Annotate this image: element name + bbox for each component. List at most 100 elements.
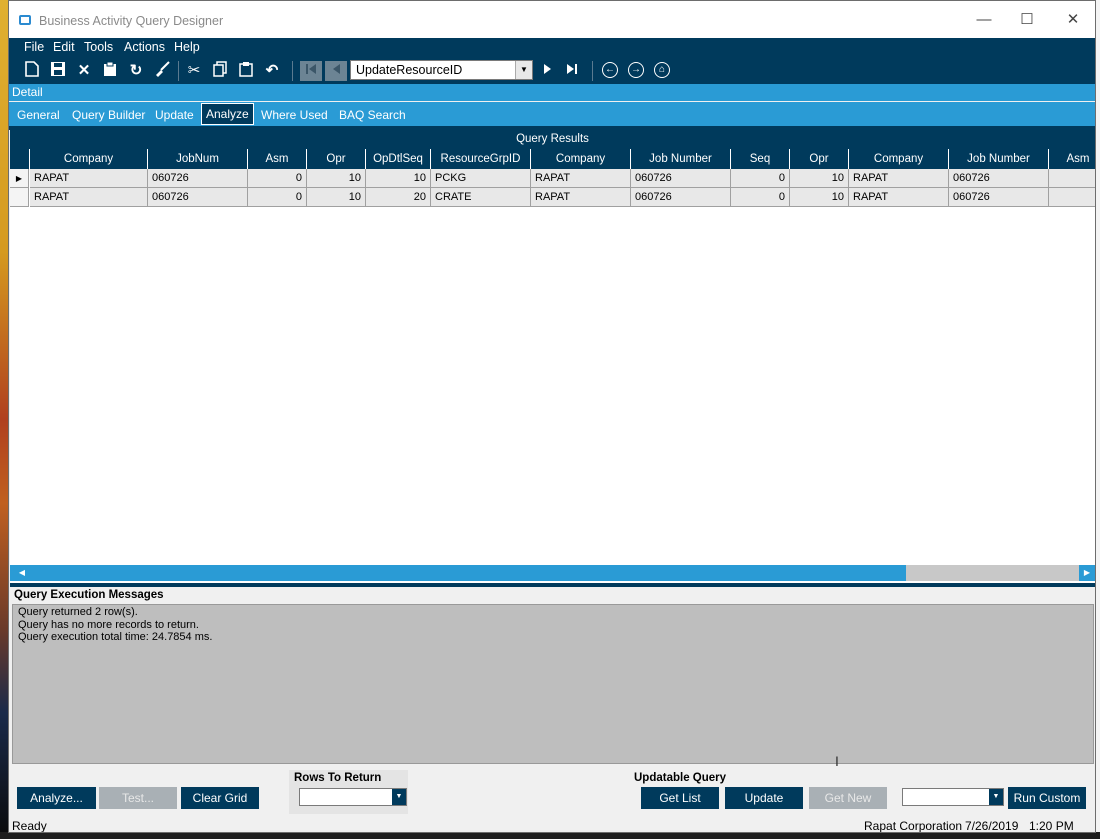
table-cell[interactable]: CRATE [431,188,531,207]
delete-icon[interactable]: ✕ [74,61,94,81]
table-cell[interactable]: 20 [366,188,431,207]
rows-to-return-dropdown[interactable]: ▼ [299,788,407,806]
table-cell[interactable]: 0 [1049,169,1095,188]
column-header[interactable]: ResourceGrpID [431,149,531,169]
table-cell[interactable]: PCKG [431,169,531,188]
table-row[interactable]: ▶ RAPAT 060726 0 10 10 PCKG RAPAT 060726 0 10 RAPAT… [10,169,1095,188]
query-id-combo[interactable]: UpdateResourceID ▼ [350,60,533,80]
menu-tools[interactable]: Tools [84,40,113,54]
analyze-button[interactable]: Analyze... [17,787,96,809]
new-icon[interactable] [22,61,42,81]
row-selector[interactable] [10,188,29,207]
last-record-icon[interactable] [562,61,582,81]
query-results-grid[interactable]: Company JobNum Asm Opr OpDtlSeq ResourceGrpID… [10,149,1095,565]
table-cell[interactable]: 060726 [148,188,248,207]
custom-action-dropdown[interactable]: ▼ [902,788,1004,806]
table-cell[interactable]: 0 [248,188,307,207]
horizontal-scrollbar[interactable]: ◀ ▶ [10,565,1095,581]
table-cell[interactable]: 060726 [949,169,1049,188]
table-cell[interactable]: RAPAT [849,169,949,188]
menu-edit[interactable]: Edit [53,40,75,54]
table-cell[interactable]: 10 [366,169,431,188]
table-cell[interactable]: 10 [790,188,849,207]
table-cell[interactable]: 060726 [949,188,1049,207]
table-cell[interactable]: 10 [307,169,366,188]
next-record-icon[interactable] [538,61,558,81]
copy-icon[interactable] [210,61,230,81]
text-cursor-icon: I [835,753,839,769]
column-header[interactable]: Opr [790,149,849,169]
forward-icon[interactable]: → [628,62,644,78]
table-cell[interactable]: 060726 [148,169,248,188]
pane-splitter[interactable] [10,581,1095,587]
save-icon[interactable] [48,61,68,81]
scroll-right-icon[interactable]: ▶ [1079,565,1095,581]
table-cell[interactable]: 10 [790,169,849,188]
update-button[interactable]: Update [725,787,803,809]
tab-analyze[interactable]: Analyze [201,103,254,125]
paste-icon[interactable] [236,61,256,81]
test-button[interactable]: Test... [99,787,177,809]
tab-where-used[interactable]: Where Used [261,108,328,122]
previous-record-icon[interactable] [325,61,347,81]
tab-general[interactable]: General [17,108,60,122]
home-icon[interactable]: ⌂ [654,62,670,78]
first-record-icon[interactable] [300,61,322,81]
minimize-button[interactable]: — [969,9,999,31]
table-cell[interactable]: 060726 [631,169,731,188]
get-list-button[interactable]: Get List [641,787,719,809]
tab-query-builder[interactable]: Query Builder [72,108,145,122]
app-icon [19,15,31,25]
column-header[interactable]: Job Number [949,149,1049,169]
current-row-icon: ▶ [15,174,23,183]
table-cell[interactable]: 060726 [631,188,731,207]
column-header[interactable]: Company [30,149,148,169]
column-header[interactable]: Job Number [631,149,731,169]
table-cell[interactable]: 0 [731,188,790,207]
table-cell[interactable]: RAPAT [849,188,949,207]
clear-grid-button[interactable]: Clear Grid [181,787,259,809]
get-new-button[interactable]: Get New [809,787,887,809]
chevron-down-icon[interactable]: ▼ [989,789,1003,805]
scrollbar-track[interactable] [906,565,1079,581]
table-cell[interactable]: 0 [248,169,307,188]
chevron-down-icon[interactable]: ▼ [392,789,406,805]
back-icon[interactable]: ← [602,62,618,78]
menu-help[interactable]: Help [174,40,200,54]
column-header[interactable]: Asm [248,149,307,169]
table-cell[interactable]: 10 [307,188,366,207]
clipboard-icon[interactable] [100,61,120,81]
scroll-left-icon[interactable]: ◀ [14,565,30,581]
table-cell[interactable]: 0 [731,169,790,188]
run-custom-button[interactable]: Run Custom [1008,787,1086,809]
column-header[interactable]: Company [531,149,631,169]
message-line: Query has no more records to return. [18,618,199,631]
detail-label: Detail [12,85,43,99]
menu-file[interactable]: File [24,40,44,54]
column-header[interactable]: Opr [307,149,366,169]
refresh-icon[interactable]: ↻ [126,61,146,81]
column-header[interactable]: Seq [731,149,790,169]
clear-brush-icon[interactable] [152,61,172,81]
table-cell[interactable]: RAPAT [531,169,631,188]
tab-baq-search[interactable]: BAQ Search [339,108,406,122]
column-header[interactable]: Asm [1049,149,1095,169]
column-header[interactable]: Company [849,149,949,169]
table-cell[interactable]: RAPAT [30,169,148,188]
chevron-down-icon[interactable]: ▼ [515,61,532,79]
undo-icon[interactable]: ↶ [262,61,282,81]
maximize-button[interactable]: ☐ [1012,9,1042,31]
row-selector[interactable]: ▶ [10,169,29,188]
close-window-button[interactable]: ✕ [1058,9,1088,31]
tab-update[interactable]: Update [155,108,194,122]
table-row[interactable]: RAPAT 060726 0 10 20 CRATE RAPAT 060726 0 10 RAPAT… [10,188,1095,207]
table-cell[interactable]: RAPAT [531,188,631,207]
toolbar-separator [592,61,593,81]
window-title: Business Activity Query Designer [39,14,224,28]
table-cell[interactable]: RAPAT [30,188,148,207]
column-header[interactable]: OpDtlSeq [366,149,431,169]
table-cell[interactable]: 0 [1049,188,1095,207]
cut-icon[interactable]: ✂ [184,61,204,81]
menu-actions[interactable]: Actions [124,40,165,54]
column-header[interactable]: JobNum [148,149,248,169]
